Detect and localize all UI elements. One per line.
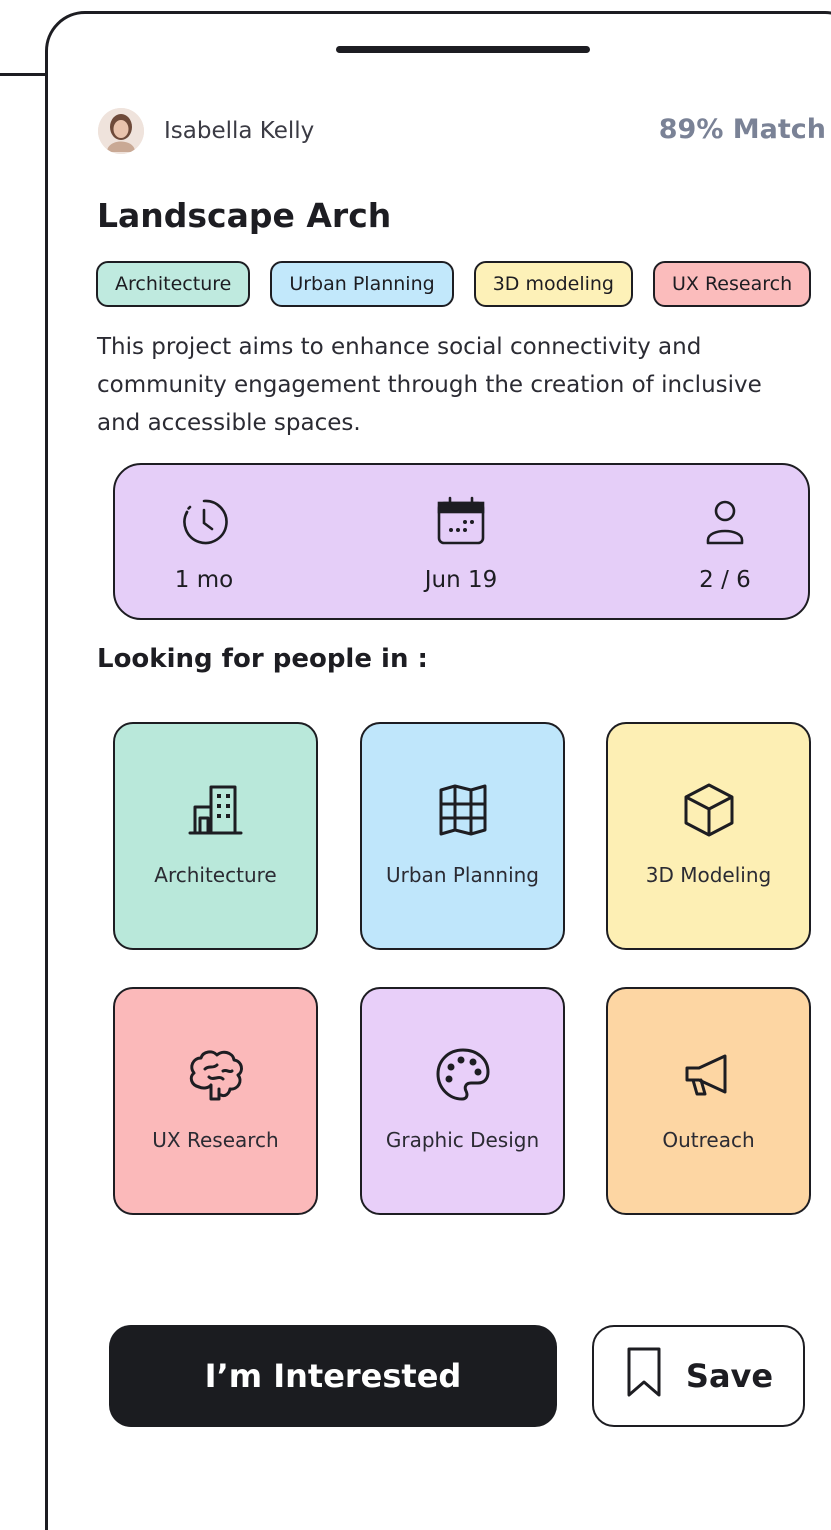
interested-button[interactable]: I’m Interested [109, 1325, 557, 1427]
skill-card-urban-planning[interactable]: Urban Planning [360, 722, 565, 950]
skill-label: Architecture [154, 862, 277, 887]
tag[interactable]: Architecture [96, 261, 251, 307]
brain-icon [185, 1045, 247, 1105]
members-value: 2 / 6 [699, 567, 751, 593]
project-title: Landscape Arch [97, 196, 392, 235]
skill-card-outreach[interactable]: Outreach [606, 987, 811, 1215]
palette-icon [433, 1045, 493, 1105]
screen: Isabella Kelly 89% Match Landscape Arch … [0, 0, 831, 1530]
calendar-icon [391, 495, 531, 549]
looking-for-heading: Looking for people in : [97, 644, 428, 674]
duration-value: 1 mo [174, 567, 234, 593]
bookmark-icon [624, 1345, 664, 1407]
date-value: Jun 19 [424, 567, 498, 593]
map-icon [433, 780, 493, 840]
members-stat: 2 / 6 [655, 495, 795, 593]
tag[interactable]: UX Research [653, 261, 812, 307]
skill-card-architecture[interactable]: Architecture [113, 722, 318, 950]
save-label: Save [685, 1357, 774, 1395]
owner-name: Isabella Kelly [164, 118, 315, 144]
match-score: 89% Match [658, 114, 826, 145]
building-icon [185, 780, 247, 840]
skill-label: Urban Planning [386, 862, 539, 887]
project-owner[interactable]: Isabella Kelly [98, 108, 314, 154]
edge-line [0, 73, 48, 76]
drag-handle[interactable] [336, 46, 590, 53]
skill-label: 3D Modeling [645, 862, 772, 887]
skill-card-graphic-design[interactable]: Graphic Design [360, 987, 565, 1215]
tag[interactable]: 3D modeling [473, 261, 633, 307]
person-icon [655, 495, 795, 549]
tag[interactable]: Urban Planning [270, 261, 454, 307]
skill-card-3d-modeling[interactable]: 3D Modeling [606, 722, 811, 950]
megaphone-icon [679, 1045, 739, 1105]
save-button[interactable]: Save [592, 1325, 805, 1427]
project-stats: 1 mo Jun 19 2 / 6 [113, 463, 810, 620]
avatar[interactable] [98, 108, 144, 154]
skill-label: Graphic Design [385, 1127, 540, 1152]
project-description: This project aims to enhance social conn… [97, 334, 762, 436]
skill-label: UX Research [152, 1127, 279, 1152]
cube-icon [681, 780, 737, 840]
date-stat: Jun 19 [391, 495, 531, 593]
skill-label: Outreach [662, 1127, 755, 1152]
clock-icon [134, 495, 274, 549]
skill-card-ux-research[interactable]: UX Research [113, 987, 318, 1215]
tag-list: Architecture Urban Planning 3D modeling … [96, 261, 812, 307]
duration-stat: 1 mo [134, 495, 274, 593]
